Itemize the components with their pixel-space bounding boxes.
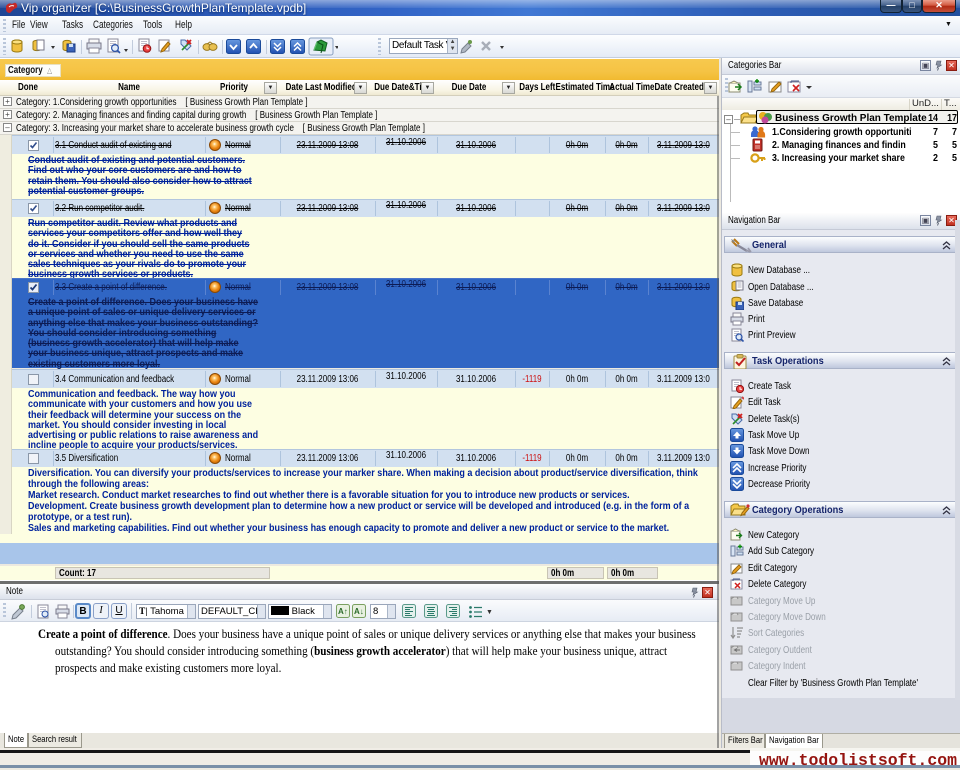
svg-text:A↓: A↓ [354,607,364,616]
svg-text:A↑: A↑ [338,607,348,616]
